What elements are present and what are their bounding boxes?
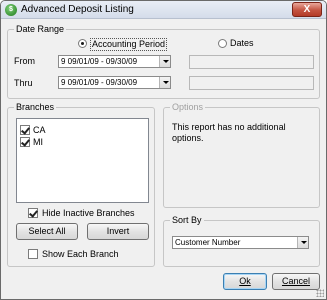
branch-mi-checkbox[interactable] <box>20 137 30 147</box>
branches-list[interactable]: CA MI <box>16 118 149 203</box>
cancel-label: Cancel <box>281 276 310 286</box>
hide-inactive-checkbox[interactable] <box>28 208 38 218</box>
thru-date-field <box>189 76 314 90</box>
invert-button[interactable]: Invert <box>87 223 149 240</box>
ok-button[interactable]: Ok <box>223 273 267 290</box>
chevron-down-icon[interactable] <box>159 56 170 67</box>
dates-radio[interactable] <box>218 39 227 48</box>
branches-group: Branches CA MI Hide Inactive Branches Se… <box>7 102 155 267</box>
from-period-value: 9 09/01/09 - 09/30/09 <box>61 57 138 66</box>
select-all-button[interactable]: Select All <box>16 223 78 240</box>
options-message: This report has no additional options. <box>172 122 286 143</box>
chevron-down-icon[interactable] <box>159 77 170 88</box>
branch-ca-label: CA <box>33 125 46 135</box>
dates-label[interactable]: Dates <box>230 38 254 49</box>
from-label: From <box>14 56 35 66</box>
thru-period-combo[interactable]: 9 09/01/09 - 09/30/09 <box>58 76 171 89</box>
thru-label: Thru <box>14 78 33 88</box>
title-bar[interactable]: $ Advanced Deposit Listing X <box>1 1 326 19</box>
accounting-period-radio[interactable] <box>78 39 87 48</box>
cancel-button[interactable]: Cancel <box>272 273 320 290</box>
resize-grip-icon[interactable] <box>316 289 324 297</box>
invert-label: Invert <box>106 226 130 236</box>
accounting-period-label[interactable]: Accounting Period <box>90 38 168 51</box>
hide-inactive-label[interactable]: Hide Inactive Branches <box>42 208 135 219</box>
branch-mi-label: MI <box>33 137 43 147</box>
app-icon: $ <box>5 4 17 16</box>
window-title: Advanced Deposit Listing <box>21 4 134 15</box>
options-label: Options <box>170 102 206 113</box>
date-range-label: Date Range <box>14 24 67 35</box>
date-range-group: Date Range Accounting Period Dates From … <box>7 24 320 99</box>
sort-by-label: Sort By <box>170 215 204 226</box>
show-each-branch-checkbox[interactable] <box>28 249 38 259</box>
thru-period-value: 9 09/01/09 - 09/30/09 <box>61 78 138 87</box>
from-date-field <box>189 55 314 69</box>
sort-by-group: Sort By Customer Number <box>163 215 320 267</box>
chevron-down-icon[interactable] <box>297 237 308 248</box>
select-all-label: Select All <box>28 226 66 236</box>
sort-by-value: Customer Number <box>175 238 241 247</box>
show-each-branch-label[interactable]: Show Each Branch <box>42 249 119 260</box>
dialog-window: $ Advanced Deposit Listing X Date Range … <box>0 0 327 300</box>
ok-label: Ok <box>239 276 251 286</box>
branches-label: Branches <box>14 102 57 113</box>
sort-by-combo[interactable]: Customer Number <box>172 236 309 249</box>
options-group: Options This report has no additional op… <box>163 102 320 208</box>
from-period-combo[interactable]: 9 09/01/09 - 09/30/09 <box>58 55 171 68</box>
branch-ca-checkbox[interactable] <box>20 125 30 135</box>
close-button[interactable]: X <box>292 2 322 17</box>
